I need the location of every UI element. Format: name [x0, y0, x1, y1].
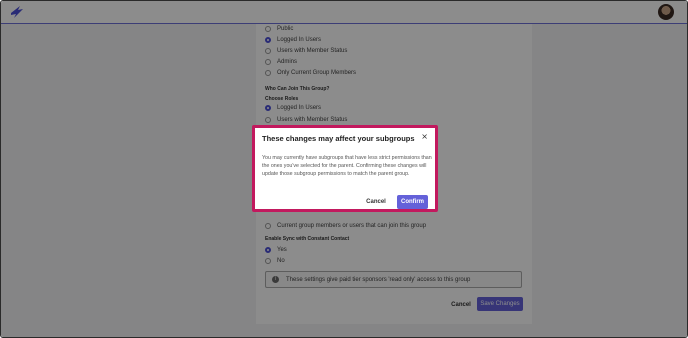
modal-confirm-button[interactable]: Confirm — [397, 195, 428, 209]
app-window: Public Logged In Users Users with Member… — [0, 0, 688, 338]
subgroup-warning-modal: These changes may affect your subgroups … — [252, 125, 438, 212]
modal-cancel-button[interactable]: Cancel — [362, 196, 390, 208]
modal-body-text: You may currently have subgroups that ha… — [262, 155, 432, 177]
modal-title: These changes may affect your subgroups — [262, 134, 415, 143]
close-icon[interactable]: × — [421, 132, 428, 141]
